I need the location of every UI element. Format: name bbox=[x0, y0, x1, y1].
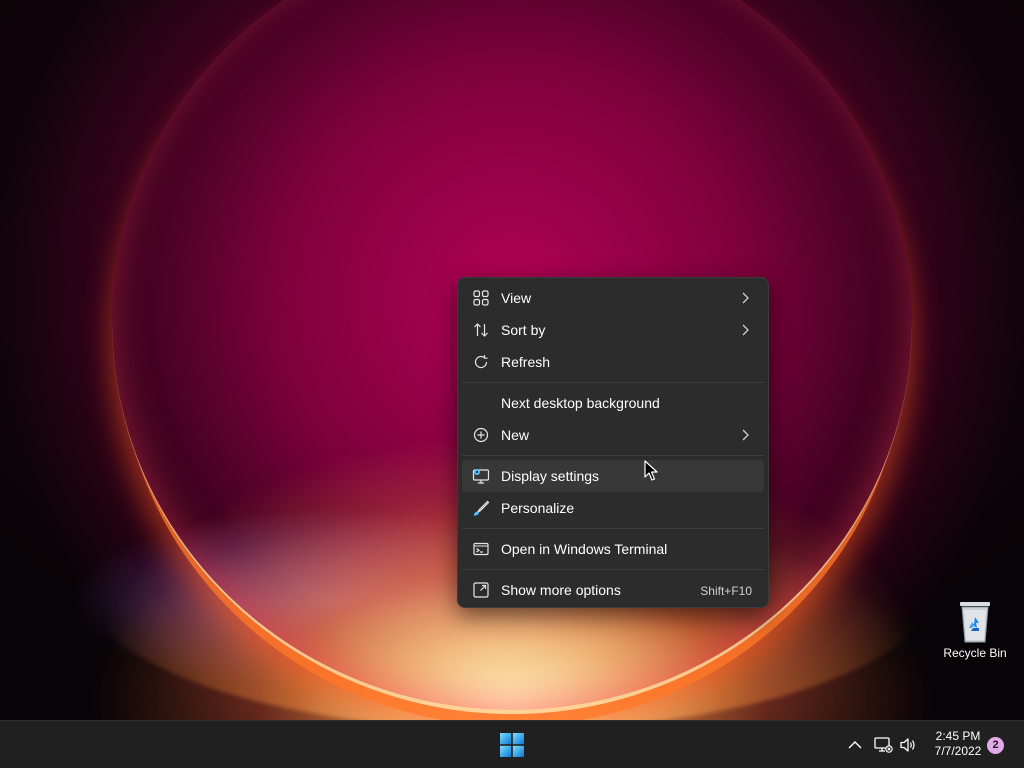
recycle-bin-label: Recycle Bin bbox=[943, 646, 1007, 660]
menu-item-label: Sort by bbox=[501, 322, 546, 338]
menu-separator bbox=[462, 455, 764, 456]
chevron-right-icon bbox=[742, 324, 749, 336]
grid-view-icon bbox=[472, 289, 490, 307]
menu-item-label: Refresh bbox=[501, 354, 551, 370]
menu-item-new[interactable]: New bbox=[462, 419, 764, 451]
volume-icon[interactable] bbox=[898, 735, 918, 755]
menu-separator bbox=[462, 528, 764, 529]
mouse-pointer-icon bbox=[644, 460, 658, 481]
menu-separator bbox=[462, 382, 764, 383]
plus-circle-icon bbox=[472, 426, 490, 444]
menu-item-label: Open in Windows Terminal bbox=[501, 541, 668, 557]
menu-item-personalize[interactable]: Personalize bbox=[462, 492, 764, 524]
menu-item-refresh[interactable]: Refresh bbox=[462, 346, 764, 378]
chevron-right-icon bbox=[742, 292, 749, 304]
menu-item-next-desktop-background[interactable]: Next desktop background bbox=[462, 387, 764, 419]
menu-separator bbox=[462, 569, 764, 570]
system-clock[interactable]: 2:45 PM 7/7/2022 bbox=[926, 729, 990, 759]
chevron-right-icon bbox=[742, 429, 749, 441]
terminal-icon bbox=[472, 540, 490, 558]
menu-item-display-settings[interactable]: Display settings bbox=[462, 460, 764, 492]
desktop-wallpaper[interactable]: Recycle Bin View Sort by Refresh Next de… bbox=[0, 0, 1024, 720]
taskbar: 2:45 PM 7/7/2022 2 bbox=[0, 720, 1024, 768]
clock-time: 2:45 PM bbox=[935, 729, 981, 743]
display-settings-icon bbox=[472, 467, 490, 485]
sort-arrows-icon bbox=[472, 321, 490, 339]
menu-item-sort-by[interactable]: Sort by bbox=[462, 314, 764, 346]
recycle-bin-icon bbox=[960, 602, 990, 643]
windows-logo-icon[interactable] bbox=[500, 733, 524, 757]
menu-item-label: Next desktop background bbox=[501, 395, 660, 411]
network-icon[interactable] bbox=[873, 735, 893, 755]
refresh-icon bbox=[472, 353, 490, 371]
menu-item-label: Personalize bbox=[501, 500, 575, 516]
menu-item-view[interactable]: View bbox=[462, 282, 764, 314]
menu-item-label: Display settings bbox=[501, 468, 600, 484]
keyboard-shortcut: Shift+F10 bbox=[700, 584, 752, 598]
menu-item-label: View bbox=[501, 290, 532, 306]
menu-item-label: Show more options bbox=[501, 582, 621, 598]
expand-icon bbox=[472, 581, 490, 599]
chevron-up-icon[interactable] bbox=[845, 735, 865, 755]
brush-icon bbox=[472, 499, 490, 517]
clock-date: 7/7/2022 bbox=[934, 744, 982, 758]
notification-badge[interactable]: 2 bbox=[987, 737, 1004, 754]
recycle-bin-desktop-icon[interactable]: Recycle Bin bbox=[940, 594, 1010, 664]
desktop-context-menu: View Sort by Refresh Next desktop backgr… bbox=[457, 277, 769, 608]
menu-item-show-more-options[interactable]: Show more options Shift+F10 bbox=[462, 574, 764, 606]
menu-item-open-in-windows-terminal[interactable]: Open in Windows Terminal bbox=[462, 533, 764, 565]
menu-item-label: New bbox=[501, 427, 530, 443]
